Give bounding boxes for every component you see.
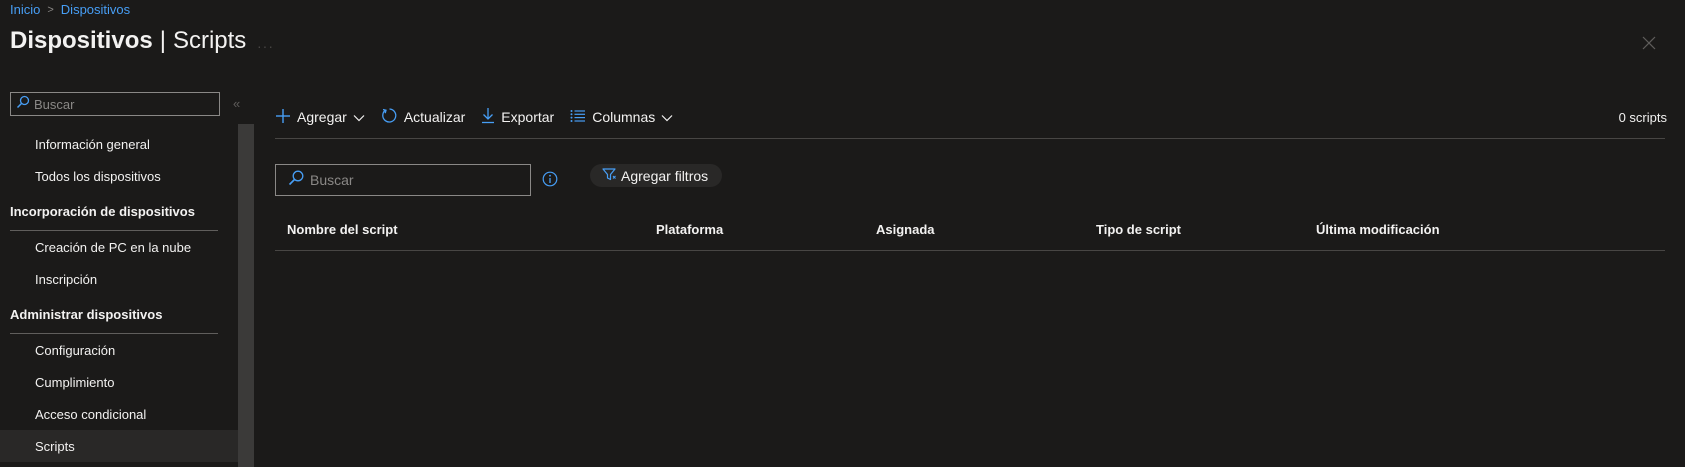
chevron-down-icon: [353, 109, 365, 125]
toolbar-divider: [275, 138, 1665, 139]
sidebar-scrollbar[interactable]: [238, 124, 254, 467]
table-header: Nombre del script Plataforma Asignada Ti…: [275, 212, 1665, 251]
sidebar-item-label: Cumplimiento: [35, 374, 115, 390]
download-icon: [481, 107, 495, 127]
add-filters-button[interactable]: Agregar filtros: [590, 164, 723, 187]
refresh-button[interactable]: Actualizar: [381, 107, 465, 127]
column-header-script-type[interactable]: Tipo de script: [1096, 222, 1181, 237]
sidebar-search[interactable]: [10, 92, 220, 116]
sidebar-item-label: Creación de PC en la nube: [35, 239, 192, 255]
sidebar-item-enrollment[interactable]: Inscripción: [0, 263, 238, 295]
sidebar-item-label: Inscripción: [35, 271, 98, 287]
search-input[interactable]: [310, 172, 510, 188]
columns-button-label: Columnas: [592, 109, 656, 125]
column-header-assigned[interactable]: Asignada: [876, 222, 935, 237]
sidebar-item-label: Scripts: [35, 438, 75, 454]
list-icon: [570, 109, 586, 126]
columns-button[interactable]: Columnas: [570, 109, 673, 126]
sidebar-item-conditional-access[interactable]: Acceso condicional: [0, 398, 238, 430]
sidebar-item-scripts[interactable]: Scripts: [0, 430, 238, 462]
breadcrumb: Inicio > Dispositivos: [10, 2, 130, 17]
close-icon[interactable]: [1640, 34, 1658, 52]
more-options-button[interactable]: ···: [257, 38, 274, 54]
page-title: Dispositivos | Scripts: [10, 27, 246, 55]
refresh-icon: [381, 107, 398, 127]
column-header-script-name[interactable]: Nombre del script: [287, 222, 398, 237]
sidebar-search-input[interactable]: [34, 96, 214, 112]
column-header-last-modified[interactable]: Última modificación: [1316, 222, 1440, 237]
sidebar-nav: Información general Todos los dispositiv…: [0, 128, 238, 462]
sidebar-item-label: Acceso condicional: [35, 406, 147, 422]
sidebar-item-cloud-pc[interactable]: Creación de PC en la nube: [0, 231, 238, 263]
plus-icon: [275, 108, 291, 127]
sidebar-group-onboarding: Incorporación de dispositivos: [0, 192, 238, 231]
sidebar-item-label: Información general: [35, 136, 150, 152]
export-button-label: Exportar: [501, 109, 555, 125]
breadcrumb-separator: >: [47, 3, 54, 16]
scripts-count: 0 scripts: [1618, 110, 1667, 125]
filter-icon: [602, 167, 616, 184]
search-box[interactable]: [275, 164, 531, 196]
search-icon: [11, 95, 30, 114]
breadcrumb-current[interactable]: Dispositivos: [61, 2, 130, 17]
sidebar: « Información general Todos los disposit…: [0, 88, 255, 467]
refresh-button-label: Actualizar: [403, 109, 466, 125]
page-title-main: Dispositivos: [10, 27, 153, 54]
sidebar-group-manage-devices: Administrar dispositivos: [0, 295, 238, 334]
sidebar-item-label: Configuración: [35, 342, 116, 358]
add-button-label: Agregar: [297, 109, 347, 125]
command-bar: Agregar Actualizar Exportar Columnas: [275, 100, 689, 134]
add-filters-label: Agregar filtros: [621, 167, 709, 184]
sidebar-item-overview[interactable]: Información general: [0, 128, 238, 160]
sidebar-item-configuration[interactable]: Configuración: [0, 334, 238, 366]
add-button[interactable]: Agregar: [275, 108, 365, 127]
breadcrumb-home[interactable]: Inicio: [10, 2, 40, 17]
search-icon: [276, 170, 304, 191]
title-separator: |: [159, 27, 166, 54]
page-title-sub: Scripts: [172, 27, 247, 54]
info-icon[interactable]: [542, 171, 558, 192]
sidebar-item-compliance[interactable]: Cumplimiento: [0, 366, 238, 398]
column-header-platform[interactable]: Plataforma: [656, 222, 723, 237]
collapse-sidebar-button[interactable]: «: [233, 96, 240, 111]
chevron-down-icon: [661, 109, 673, 125]
export-button[interactable]: Exportar: [481, 107, 554, 127]
sidebar-item-all-devices[interactable]: Todos los dispositivos: [0, 160, 238, 192]
sidebar-item-label: Todos los dispositivos: [35, 168, 161, 184]
